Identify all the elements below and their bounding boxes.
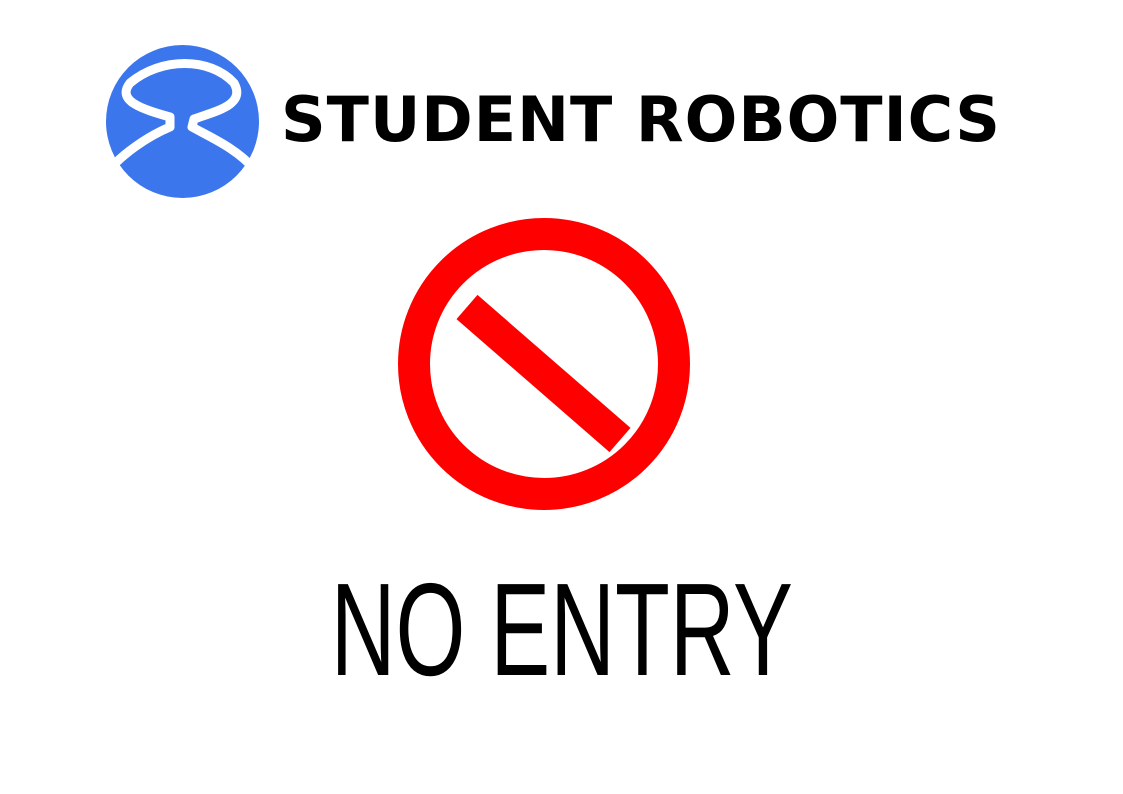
no-entry-text: NO ENTRY	[0, 540, 1123, 720]
no-entry-icon	[398, 218, 690, 510]
no-entry-label: NO ENTRY	[330, 556, 793, 703]
student-robotics-logo-icon	[105, 45, 261, 198]
brand-name: STUDENT ROBOTICS	[281, 83, 1001, 156]
